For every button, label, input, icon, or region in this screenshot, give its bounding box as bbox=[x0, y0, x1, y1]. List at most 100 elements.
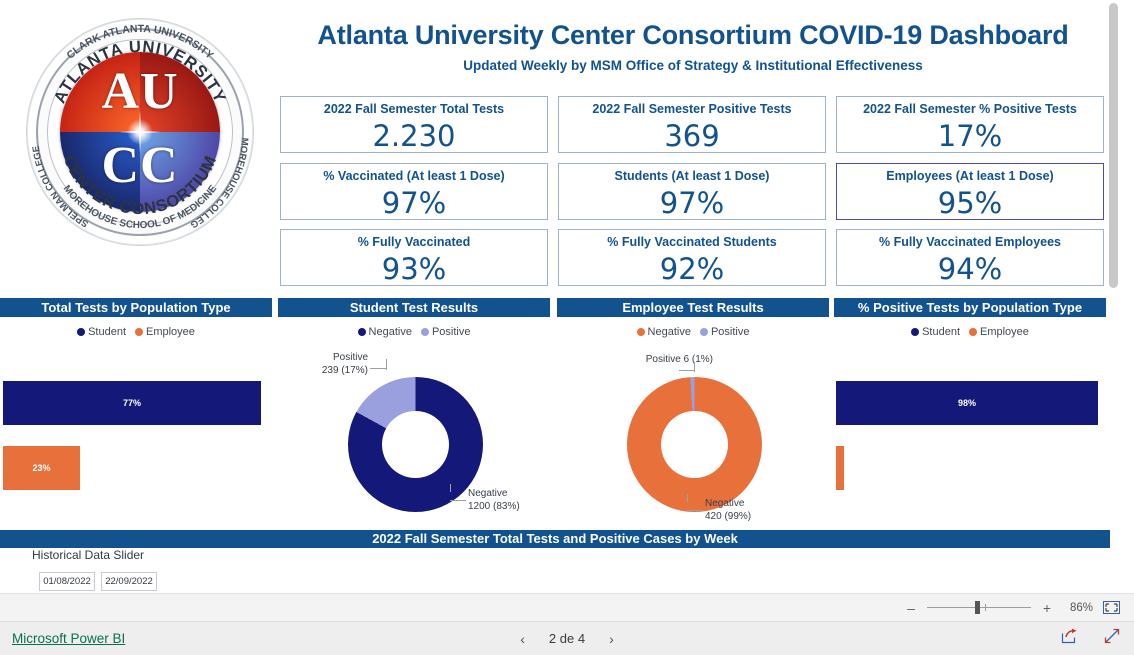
slider-end-date[interactable]: 22/09/2022 bbox=[101, 572, 157, 591]
legend-swatch-positive bbox=[420, 328, 429, 336]
bar-value-student: 77% bbox=[122, 398, 141, 408]
donut-hole-student bbox=[382, 411, 449, 478]
legend-label-employee: Employee bbox=[980, 326, 1029, 338]
report-canvas: AU CC CLARK ATLANTA UNIVERSITY MOREHOUSE… bbox=[0, 0, 1120, 593]
page-navigator: ‹ 2 de 4 › bbox=[0, 631, 1134, 647]
kpi-card-students-one-dose[interactable]: Students (At least 1 Dose) 97% bbox=[558, 163, 826, 220]
historical-data-slider-label: Historical Data Slider bbox=[32, 548, 145, 562]
legend-item-employee[interactable]: Employee bbox=[135, 326, 195, 338]
chevron-right-icon[interactable]: › bbox=[609, 631, 614, 647]
kpi-value: 17% bbox=[937, 119, 1003, 153]
page-indicator: 2 de 4 bbox=[548, 631, 586, 646]
bar-value-employee: 23% bbox=[32, 463, 51, 473]
leader-line-positive-employee-2 bbox=[694, 362, 695, 372]
legend-label-positive: Positive bbox=[431, 326, 471, 338]
seal-inner-text: ATLANTA UNIVERSITY CENTER CONSORTIUM bbox=[51, 38, 229, 218]
donut-label-negative-student: Negative 1200 (83%) bbox=[468, 487, 558, 513]
kpi-label: Employees (At least 1 Dose) bbox=[886, 169, 1054, 183]
kpi-card-pct-fully-vaccinated-students[interactable]: % Fully Vaccinated Students 92% bbox=[558, 229, 826, 286]
legend-item-negative[interactable]: Negative bbox=[636, 326, 691, 338]
donut-label-negative-value: 420 (99%) bbox=[705, 511, 752, 522]
legend-label-student: Student bbox=[88, 326, 126, 338]
panel-header-student-test-results: Student Test Results bbox=[278, 298, 550, 317]
legend-item-student[interactable]: Student bbox=[911, 326, 960, 338]
kpi-label: % Fully Vaccinated Employees bbox=[878, 235, 1062, 249]
kpi-card-positive-tests[interactable]: 2022 Fall Semester Positive Tests 369 bbox=[558, 96, 826, 153]
aucc-logo: AU CC CLARK ATLANTA UNIVERSITY MOREHOUSE… bbox=[14, 8, 266, 291]
kpi-value: 97% bbox=[381, 186, 447, 220]
kpi-card-pct-fully-vaccinated[interactable]: % Fully Vaccinated 93% bbox=[280, 229, 548, 286]
legend-label-negative: Negative bbox=[368, 326, 412, 338]
donut-label-negative-name: Negative bbox=[705, 498, 745, 509]
fit-to-page-icon[interactable] bbox=[1103, 601, 1120, 614]
panel-header-employee-test-results: Employee Test Results bbox=[557, 298, 829, 317]
kpi-label: Students (At least 1 Dose) bbox=[614, 169, 770, 183]
donut-hole-employee bbox=[661, 411, 728, 478]
scrollbar-thumb[interactable] bbox=[1109, 3, 1118, 288]
legend-item-negative[interactable]: Negative bbox=[357, 326, 412, 338]
bar-employee[interactable] bbox=[836, 446, 844, 490]
legend-swatch-student bbox=[77, 328, 86, 336]
donut-chart-student-test-results: Positive 239 (17%) Negative 1200 (83%) bbox=[278, 345, 550, 525]
fullscreen-icon[interactable] bbox=[1104, 628, 1120, 649]
kpi-card-employees-one-dose[interactable]: Employees (At least 1 Dose) 95% bbox=[836, 163, 1104, 220]
legend-student-test-results: Negative Positive bbox=[278, 324, 550, 340]
donut-chart-employee-test-results: Positive 6 (1%) Negative 420 (99%) bbox=[557, 345, 829, 525]
legend-label-positive: Positive bbox=[710, 326, 750, 338]
kpi-label: 2022 Fall Semester Positive Tests bbox=[592, 102, 792, 116]
share-icon[interactable] bbox=[1061, 628, 1078, 649]
kpi-card-pct-vaccinated[interactable]: % Vaccinated (At least 1 Dose) 97% bbox=[280, 163, 548, 220]
donut-label-negative-name: Negative bbox=[468, 488, 508, 499]
kpi-value: 369 bbox=[664, 119, 720, 153]
kpi-value: 92% bbox=[659, 252, 725, 286]
kpi-label: % Vaccinated (At least 1 Dose) bbox=[323, 169, 505, 183]
chevron-left-icon[interactable]: ‹ bbox=[520, 631, 525, 647]
legend-total-tests-by-population: Student Employee bbox=[0, 324, 272, 340]
legend-pct-positive-by-population: Student Employee bbox=[834, 324, 1106, 340]
leader-line-positive-student bbox=[370, 359, 386, 369]
leader-line-positive-employee bbox=[679, 362, 695, 371]
donut-label-positive-name: Positive bbox=[332, 352, 368, 363]
legend-swatch-employee bbox=[135, 328, 143, 336]
donut-label-positive-student: Positive 239 (17%) bbox=[306, 351, 368, 377]
zoom-slider-tick bbox=[985, 604, 986, 611]
kpi-value: 93% bbox=[381, 252, 447, 286]
bar-employee[interactable]: 23% bbox=[3, 446, 80, 490]
inner-text-top: ATLANTA UNIVERSITY bbox=[51, 38, 229, 106]
bar-student[interactable]: 77% bbox=[3, 381, 261, 425]
leader-line-negative-employee-2 bbox=[687, 494, 688, 502]
kpi-card-total-tests[interactable]: 2022 Fall Semester Total Tests 2.230 bbox=[280, 96, 548, 153]
zoom-slider-track[interactable] bbox=[927, 601, 1031, 614]
legend-item-positive[interactable]: Positive bbox=[420, 326, 471, 338]
donut-label-negative-value: 1200 (83%) bbox=[468, 501, 520, 512]
donut-label-positive-text: Positive 6 (1%) bbox=[645, 354, 713, 365]
zoom-slider-thumb[interactable] bbox=[975, 601, 980, 614]
leader-line-negative-employee bbox=[687, 501, 703, 511]
panel-header-pct-positive-by-population: % Positive Tests by Population Type bbox=[834, 298, 1106, 317]
zoom-in-button[interactable]: + bbox=[1041, 600, 1053, 616]
legend-swatch-employee bbox=[969, 328, 977, 336]
slider-start-date[interactable]: 01/08/2022 bbox=[39, 572, 95, 591]
page-subtitle: Updated Weekly by MSM Office of Strategy… bbox=[463, 58, 923, 73]
kpi-value: 94% bbox=[937, 252, 1003, 286]
legend-employee-test-results: Negative Positive bbox=[557, 324, 829, 340]
leader-line-positive-student-2 bbox=[386, 359, 387, 370]
legend-item-positive[interactable]: Positive bbox=[699, 326, 750, 338]
zoom-out-button[interactable]: – bbox=[905, 600, 917, 616]
legend-item-employee[interactable]: Employee bbox=[969, 326, 1029, 338]
legend-label-negative: Negative bbox=[647, 326, 691, 338]
report-vertical-scrollbar[interactable] bbox=[1109, 3, 1118, 591]
bar-student[interactable]: 98% bbox=[836, 381, 1098, 425]
kpi-card-pct-positive-tests[interactable]: 2022 Fall Semester % Positive Tests 17% bbox=[836, 96, 1104, 153]
kpi-card-pct-fully-vaccinated-employees[interactable]: % Fully Vaccinated Employees 94% bbox=[836, 229, 1104, 286]
kpi-label: % Fully Vaccinated Students bbox=[607, 235, 777, 249]
bar-chart-total-tests-by-population: 77% 23% bbox=[0, 345, 272, 520]
legend-label-employee: Employee bbox=[146, 326, 195, 338]
zoom-toolbar: – + 86% bbox=[0, 593, 1134, 621]
kpi-label: 2022 Fall Semester % Positive Tests bbox=[863, 102, 1077, 116]
donut-label-negative-employee: Negative 420 (99%) bbox=[705, 497, 795, 523]
legend-swatch-negative bbox=[357, 328, 366, 336]
kpi-label: 2022 Fall Semester Total Tests bbox=[323, 102, 505, 116]
legend-item-student[interactable]: Student bbox=[77, 326, 126, 338]
report-footer: Microsoft Power BI ‹ 2 de 4 › bbox=[0, 621, 1134, 655]
